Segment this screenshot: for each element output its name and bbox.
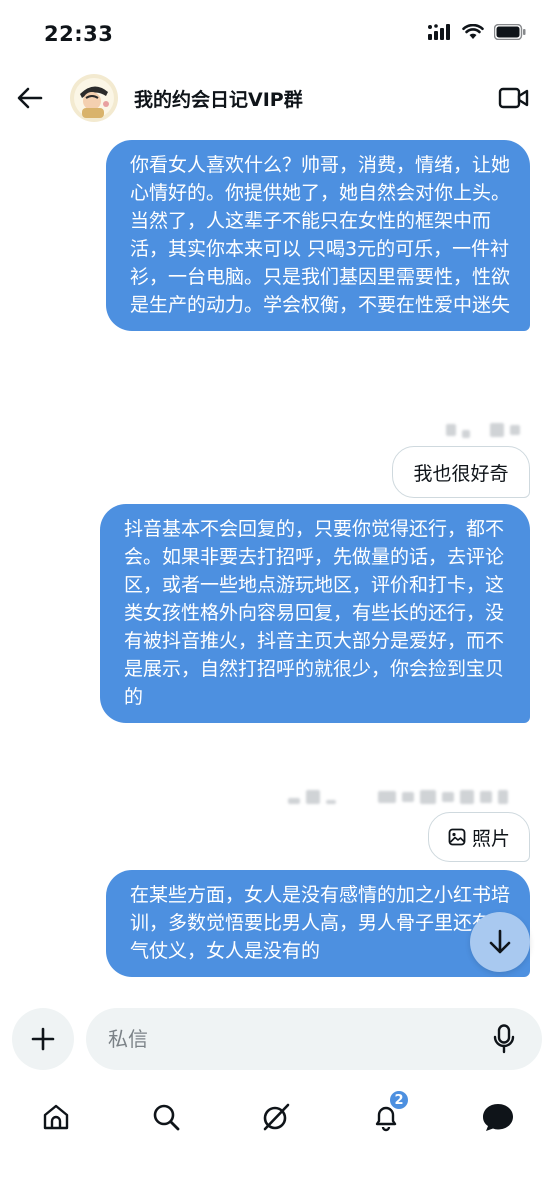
tab-messages[interactable] — [476, 1095, 520, 1139]
message-sender-blurred — [446, 422, 520, 438]
video-call-icon — [498, 87, 529, 109]
grok-icon — [263, 1103, 290, 1131]
sent-message[interactable]: 你看女人喜欢什么？帅哥，消费，情绪，让她心情好的。你提供她了，她自然会对你上头。… — [106, 140, 530, 331]
battery-icon — [494, 24, 526, 40]
message-list[interactable]: 你看女人喜欢什么？帅哥，消费，情绪，让她心情好的。你提供她了，她自然会对你上头。… — [0, 132, 554, 998]
compose-bar — [0, 1000, 554, 1078]
received-message-text: 我也很好奇 — [413, 462, 509, 485]
status-icons — [428, 24, 526, 40]
tab-notifications[interactable]: 2 — [364, 1089, 410, 1139]
scroll-to-bottom-button[interactable] — [470, 912, 530, 972]
group-avatar[interactable] — [70, 74, 118, 122]
received-photo-message[interactable]: 照片 — [428, 812, 530, 862]
tab-search[interactable] — [144, 1095, 188, 1139]
status-time: 22:33 — [44, 22, 114, 46]
cellular-signal-icon — [428, 24, 450, 40]
add-attachment-button[interactable] — [12, 1008, 74, 1070]
tab-grok[interactable] — [254, 1095, 298, 1139]
back-button[interactable] — [12, 80, 48, 116]
wifi-icon — [462, 24, 484, 39]
home-indicator — [0, 1180, 554, 1199]
received-message-text: 照片 — [471, 827, 510, 850]
arrow-left-icon — [17, 87, 43, 109]
message-input[interactable] — [108, 1008, 478, 1070]
home-icon — [43, 1104, 69, 1130]
cartoon-avatar-icon — [70, 74, 118, 122]
received-message[interactable]: 我也很好奇 — [392, 446, 530, 498]
sent-message[interactable]: 抖音基本不会回复的，只要你觉得还行，都不会。如果非要去打招呼，先做量的话，去评论… — [100, 504, 530, 723]
bottom-tab-bar: 2 — [0, 1085, 554, 1145]
notification-count-badge: 2 — [388, 1089, 410, 1111]
tab-home[interactable] — [34, 1095, 78, 1139]
microphone-icon — [493, 1024, 515, 1054]
plus-icon — [31, 1027, 55, 1051]
chat-title[interactable]: 我的约会日记VIP群 — [134, 85, 303, 112]
image-icon — [448, 828, 466, 846]
status-bar: 22:33 — [0, 0, 554, 64]
messages-icon — [483, 1104, 513, 1131]
message-sender-blurred — [288, 790, 508, 804]
arrow-down-icon — [489, 929, 511, 954]
sent-message[interactable]: 在某些方面，女人是没有感情的加之小红书培训，多数觉悟要比男人高，男人骨子里还有义… — [106, 870, 530, 977]
video-call-button[interactable] — [496, 82, 532, 114]
message-input-container — [86, 1008, 542, 1070]
search-icon — [153, 1104, 180, 1131]
chat-header: 我的约会日记VIP群 — [0, 64, 554, 132]
voice-message-button[interactable] — [488, 1023, 520, 1055]
